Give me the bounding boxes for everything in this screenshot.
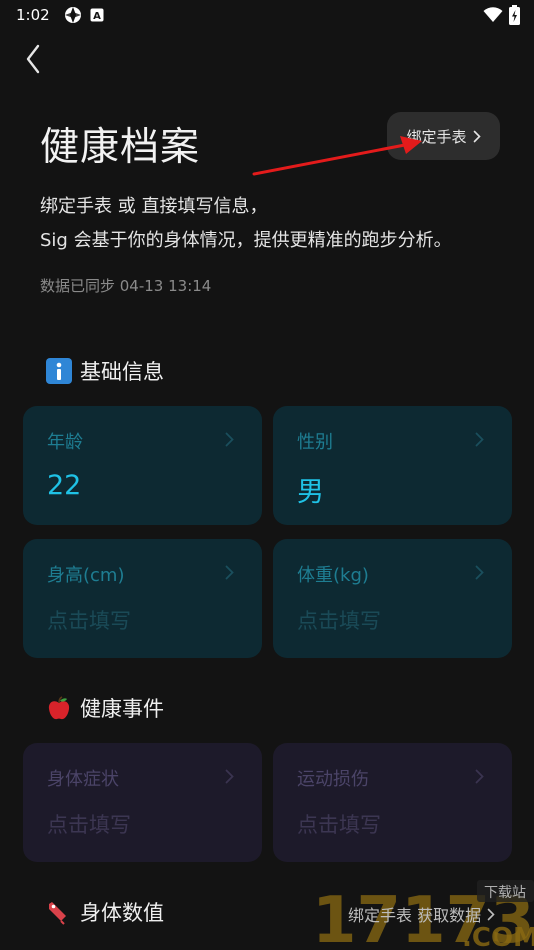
svg-text:A: A	[93, 11, 101, 22]
info-icon	[46, 358, 72, 384]
status-bar: 1:02 A	[0, 0, 534, 30]
card-label: 运动损伤	[297, 769, 369, 790]
intro-line-1: 绑定手表 或 直接填写信息，	[40, 196, 268, 217]
bind-watch-get-data-link[interactable]: 绑定手表 获取数据	[348, 902, 495, 926]
card-label: 身高(cm)	[47, 565, 125, 586]
card-value: 22	[47, 470, 82, 501]
section-label: 基础信息	[80, 360, 164, 384]
intro-description: 绑定手表 或 直接填写信息， Sig 会基于你的身体情况，提供更精准的跑步分析。	[40, 190, 452, 258]
bind-link-label: 绑定手表 获取数据	[348, 906, 482, 925]
apple-icon	[46, 695, 72, 721]
notification-a-icon: A	[90, 8, 104, 22]
wifi-icon	[483, 7, 503, 27]
card-placeholder: 点击填写	[297, 609, 381, 633]
chevron-right-icon	[475, 769, 484, 784]
sports-injury-card[interactable]: 运动损伤 点击填写	[273, 743, 512, 862]
card-label: 体重(kg)	[297, 565, 369, 586]
section-label: 健康事件	[80, 697, 164, 721]
chevron-right-icon	[475, 565, 484, 580]
bookmark-icon	[46, 899, 72, 925]
card-label: 身体症状	[47, 769, 119, 790]
card-label: 年龄	[47, 432, 83, 453]
battery-icon	[509, 5, 520, 29]
back-button[interactable]	[18, 42, 48, 76]
card-placeholder: 点击填写	[47, 609, 131, 633]
sync-status: 数据已同步 04-13 13:14	[40, 277, 212, 295]
weight-card[interactable]: 体重(kg) 点击填写	[273, 539, 512, 658]
section-title-health-events: 健康事件	[46, 693, 164, 723]
chevron-left-icon	[26, 44, 40, 74]
svg-text:.COM: .COM	[462, 923, 534, 950]
chevron-right-icon	[487, 908, 495, 920]
watermark-tag: 下载站	[484, 885, 526, 901]
intro-line-2: Sig 会基于你的身体情况，提供更精准的跑步分析。	[40, 230, 452, 251]
gender-card[interactable]: 性别 男	[273, 406, 512, 525]
shutter-app-icon	[64, 6, 82, 24]
bind-watch-button[interactable]: 绑定手表	[387, 112, 500, 160]
chevron-right-icon	[473, 130, 481, 142]
chevron-right-icon	[225, 565, 234, 580]
chevron-right-icon	[225, 432, 234, 447]
height-card[interactable]: 身高(cm) 点击填写	[23, 539, 262, 658]
card-value: 男	[297, 477, 324, 508]
card-placeholder: 点击填写	[47, 813, 131, 837]
status-time: 1:02	[16, 6, 50, 24]
section-title-body-metrics: 身体数值	[46, 897, 164, 927]
chevron-right-icon	[225, 769, 234, 784]
bind-watch-label: 绑定手表	[406, 127, 467, 146]
age-card[interactable]: 年龄 22	[23, 406, 262, 525]
chevron-right-icon	[475, 432, 484, 447]
section-label: 身体数值	[80, 901, 164, 925]
section-title-basic-info: 基础信息	[46, 356, 164, 386]
card-placeholder: 点击填写	[297, 813, 381, 837]
page-title: 健康档案	[40, 125, 201, 170]
card-label: 性别	[297, 432, 333, 453]
symptoms-card[interactable]: 身体症状 点击填写	[23, 743, 262, 862]
